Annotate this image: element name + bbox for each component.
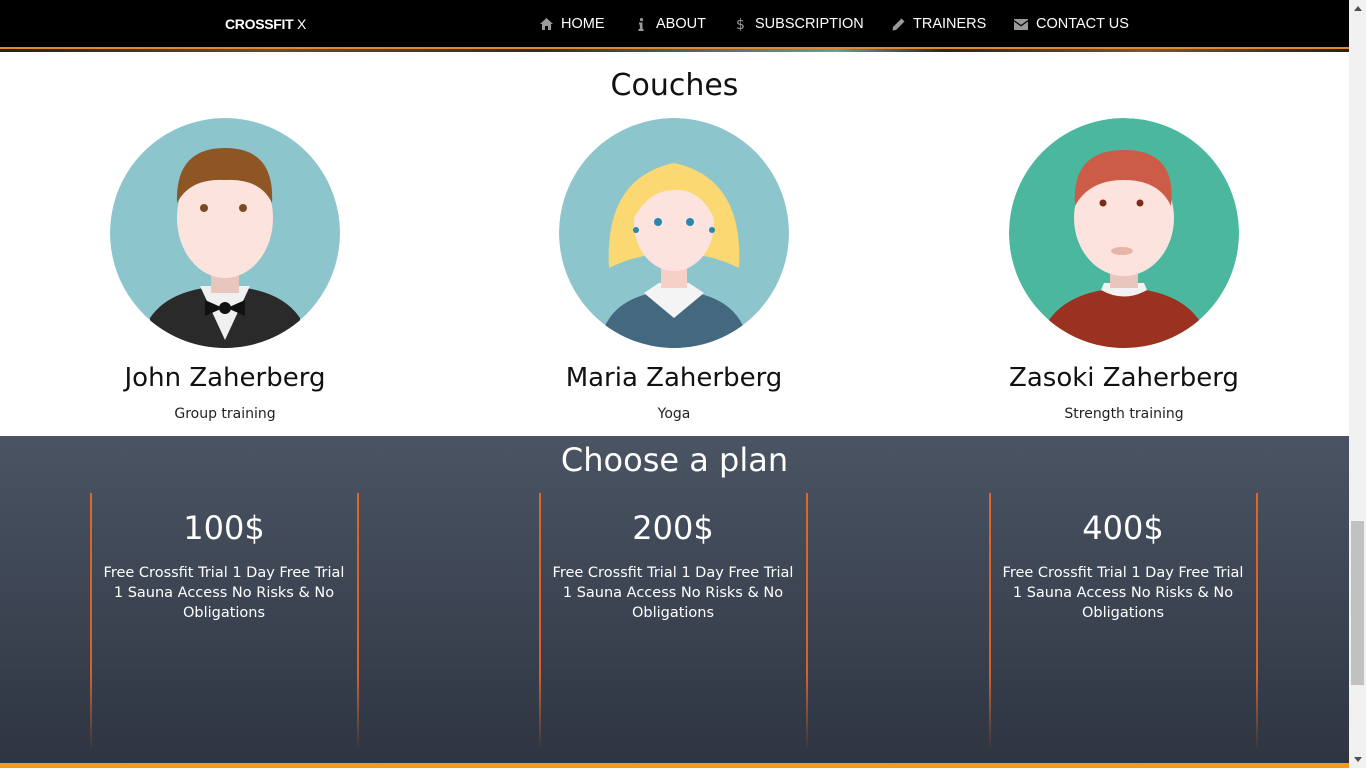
- coach-card: John Zaherberg Group training: [75, 118, 375, 422]
- plan-price: 200$: [632, 509, 714, 547]
- coach-name: John Zaherberg: [124, 363, 326, 393]
- coaches-title: Couches: [610, 68, 739, 103]
- nav-trainers[interactable]: TRAINERS: [891, 15, 986, 33]
- coach-role: Strength training: [1064, 406, 1184, 422]
- plan-description: Free Crossfit Trial 1 Day Free Trial 1 S…: [103, 565, 345, 621]
- nav-contact[interactable]: CONTACT US: [1014, 15, 1129, 33]
- home-icon: [539, 17, 553, 31]
- footer-accent-bar: [0, 763, 1349, 768]
- nav-home-label: HOME: [561, 16, 605, 32]
- nav-about[interactable]: ABOUT: [634, 15, 706, 33]
- plan-card[interactable]: 400$ Free Crossfit Trial 1 Day Free Tria…: [989, 493, 1258, 751]
- scroll-up-arrow-icon[interactable]: [1349, 0, 1366, 17]
- dollar-icon: $: [733, 17, 747, 31]
- plan-description: Free Crossfit Trial 1 Day Free Trial 1 S…: [552, 565, 794, 621]
- coach-role: Yoga: [657, 406, 691, 422]
- plan-description: Free Crossfit Trial 1 Day Free Trial 1 S…: [1002, 565, 1244, 621]
- plan-card[interactable]: 100$ Free Crossfit Trial 1 Day Free Tria…: [90, 493, 359, 751]
- plan-card[interactable]: 200$ Free Crossfit Trial 1 Day Free Tria…: [539, 493, 808, 751]
- envelope-icon: [1014, 17, 1028, 31]
- nav-about-label: ABOUT: [656, 16, 706, 32]
- coach-card: Maria Zaherberg Yoga: [524, 118, 824, 422]
- top-navbar: CROSSFIT X HOME ABOUT $ SUBSCRIPTION TRA…: [0, 0, 1349, 47]
- nav-subscription-label: SUBSCRIPTION: [755, 16, 864, 32]
- nav-contact-label: CONTACT US: [1036, 16, 1129, 32]
- plans-section: Choose a plan 100$ Free Crossfit Trial 1…: [0, 436, 1349, 768]
- scroll-down-arrow-icon[interactable]: [1349, 751, 1366, 768]
- brand-rest-text: X: [293, 16, 307, 32]
- info-icon: [634, 17, 648, 31]
- nav-trainers-label: TRAINERS: [913, 16, 987, 32]
- coach-avatar-maria: [559, 118, 789, 348]
- pencil-icon: [891, 17, 905, 31]
- coach-name: Maria Zaherberg: [565, 363, 783, 393]
- navbar-hero-strip: [0, 47, 1349, 52]
- plan-price: 400$: [1082, 509, 1164, 547]
- plans-title: Choose a plan: [560, 441, 789, 479]
- coach-card: Zasoki Zaherberg Strength training: [974, 118, 1274, 422]
- nav-subscription[interactable]: $ SUBSCRIPTION: [733, 15, 864, 33]
- nav-home[interactable]: HOME: [539, 15, 605, 33]
- scrollbar-thumb[interactable]: [1351, 521, 1364, 685]
- coach-role: Group training: [174, 406, 276, 422]
- svg-text:$: $: [736, 17, 745, 31]
- page-scrollbar[interactable]: [1349, 0, 1366, 768]
- brand-logo[interactable]: CROSSFIT X: [225, 16, 306, 32]
- coach-avatar-john: [110, 118, 340, 348]
- coach-avatar-zasoki: [1009, 118, 1239, 348]
- plan-price: 100$: [183, 509, 265, 547]
- coach-name: Zasoki Zaherberg: [1009, 363, 1239, 393]
- brand-bold-text: CROSSFIT: [225, 16, 294, 32]
